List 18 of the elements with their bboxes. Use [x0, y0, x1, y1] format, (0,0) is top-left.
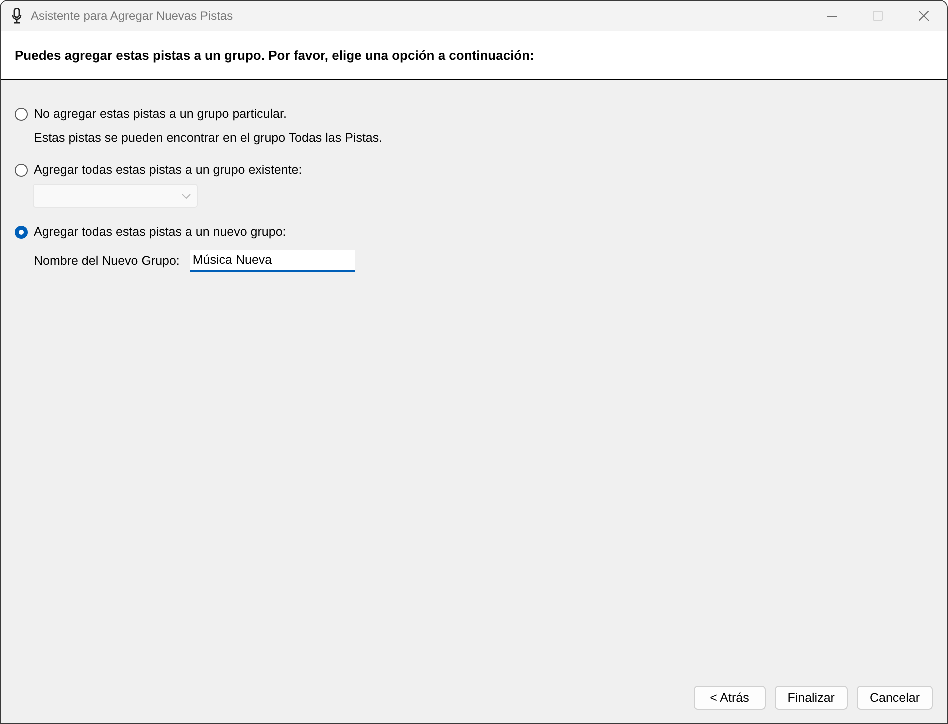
instruction-heading: Puedes agregar estas pistas a un grupo. Por favor, elige una opción a continuación: [15, 48, 534, 62]
maximize-icon [873, 11, 883, 21]
chevron-down-icon [182, 194, 191, 198]
field-label: Nombre del Nuevo Grupo: [34, 254, 180, 268]
group-name-field[interactable]: Música Nueva [190, 250, 355, 272]
radio-button[interactable] [15, 226, 28, 238]
radio-button[interactable] [15, 164, 28, 176]
wizard-button[interactable]: Finalizar [774, 686, 848, 710]
option-label[interactable]: No agregar estas pistas a un grupo particular. [34, 107, 287, 121]
wizard-button[interactable]: Cancelar [856, 686, 933, 710]
microphone-icon [12, 8, 22, 24]
radio-button[interactable] [15, 108, 28, 120]
option-label[interactable]: Agregar todas estas pistas a un nuevo grupo: [34, 225, 286, 239]
option-label[interactable]: Agregar todas estas pistas a un grupo existente: [34, 163, 302, 177]
window-title: Asistente para Agregar Nuevas Pistas [31, 9, 234, 23]
close-icon [919, 11, 929, 21]
option-description: Estas pistas se pueden encontrar en el grupo Todas las Pistas. [34, 130, 384, 146]
wizard-button[interactable]: < Atrás [694, 686, 766, 710]
